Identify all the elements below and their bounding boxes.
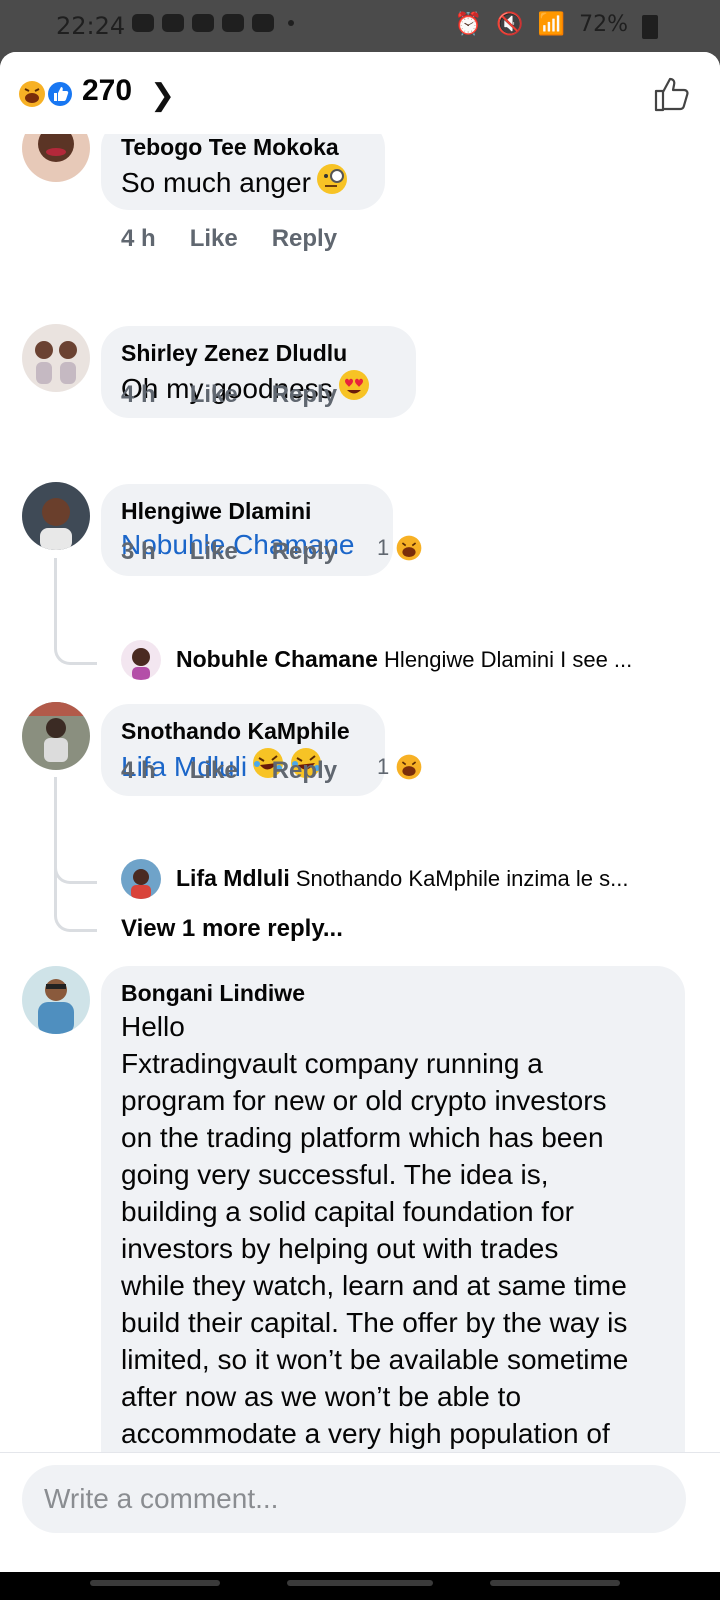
comment-author[interactable]: Tebogo Tee Mokoka [121,134,365,162]
comment-text: So much anger [121,167,311,198]
more-dot-icon [288,20,294,26]
monocle-emoji-icon [316,164,347,194]
notification-icon [132,14,154,32]
reply-snippet: Hlengiwe Dlamini I see ... [384,647,633,672]
comment-time[interactable]: 4 h [121,757,156,785]
comment-author[interactable]: Bongani Lindiwe [121,978,665,1008]
comment-actions: 3 h Like Reply [121,538,337,566]
comment-bubble[interactable]: Bongani Lindiwe Hello Fxtradingvault comp… [101,966,685,1534]
comment-line: on the trading platform which has been [121,1122,604,1153]
youtube-icon [162,14,184,32]
battery-icon [642,14,658,39]
mute-icon: 🔇 [496,12,524,37]
system-icons: ⏰ 🔇 📶 72% [454,12,658,39]
comment-line: investors by helping out with trades [121,1233,559,1264]
reply-button[interactable]: Reply [272,538,337,566]
nav-recent-button[interactable] [90,1580,220,1586]
reply-avatar[interactable] [121,859,161,899]
comment-composer [0,1452,720,1572]
status-time: 22:24 [56,12,126,40]
reaction-count[interactable]: 270 [82,74,132,108]
heart-eyes-emoji-icon [338,370,369,400]
comment-line: after now as we won’t be able to [121,1381,522,1412]
battery-percent: 72% [579,12,628,37]
reactions-header: 270 ❯ [0,52,720,134]
wifi-icon: 📶 [537,12,566,37]
comments-sheet: 270 ❯ Tebogo Tee Mokoka So much anger 4 … [0,52,720,1572]
reply-button[interactable]: Reply [272,757,337,785]
like-button[interactable]: Like [190,381,238,409]
comment-line: program for new or old crypto investors [121,1085,607,1116]
comment-line: going very successful. The idea is, [121,1159,549,1190]
comment-time[interactable]: 4 h [121,381,156,409]
comment-line: Fxtradingvault company running a [121,1048,543,1079]
comment-reactions[interactable]: 1 [377,534,423,562]
comment-time[interactable]: 4 h [121,225,156,253]
comment-line: while they watch, learn and at same time [121,1270,627,1301]
comment-line: build their capital. The offer by the wa… [121,1307,628,1338]
comment-time[interactable]: 3 h [121,538,156,566]
comment-list[interactable]: Tebogo Tee Mokoka So much anger 4 h Like… [0,134,720,1534]
thread-line [54,558,97,665]
comment-bubble[interactable]: Tebogo Tee Mokoka So much anger [101,134,385,210]
youtube-icon [222,14,244,32]
status-bar: 22:24 ⏰ 🔇 📶 72% [0,0,720,52]
comment-line: Hello [121,1011,185,1042]
reply-preview[interactable]: Lifa Mdluli Snothando KaMphile inzima le… [176,865,696,892]
reply-avatar[interactable] [121,640,161,680]
reaction-count: 1 [377,535,390,560]
reply-author[interactable]: Nobuhle Chamane [176,646,378,672]
nav-back-button[interactable] [490,1580,620,1586]
comment-text: Hello Fxtradingvault company running a pro… [121,1008,665,1489]
thread-line [54,834,97,932]
like-outline-icon[interactable] [652,74,692,114]
like-button[interactable]: Like [190,757,238,785]
reply-preview[interactable]: Nobuhle Chamane Hlengiwe Dlamini I see .… [176,646,696,673]
avatar[interactable] [22,702,90,770]
comment-actions: 4 h Like Reply [121,225,337,253]
comment-line: building a solid capital foundation for [121,1196,574,1227]
comment-reactions[interactable]: 1 [377,753,423,781]
comment-author[interactable]: Snothando KaMphile [121,716,365,746]
comment-input[interactable] [22,1465,686,1533]
avatar[interactable] [22,482,90,550]
like-button[interactable]: Like [190,225,238,253]
nav-home-button[interactable] [287,1580,433,1586]
comment-actions: 4 h Like Reply [121,757,337,785]
comment-author[interactable]: Hlengiwe Dlamini [121,496,373,526]
view-more-replies-link[interactable]: View 1 more reply... [121,915,343,943]
avatar[interactable] [22,134,90,182]
reply-button[interactable]: Reply [272,381,337,409]
youtube-icon [192,14,214,32]
like-button[interactable]: Like [190,538,238,566]
chevron-right-icon[interactable]: ❯ [150,78,175,113]
notification-icons [132,14,294,32]
reaction-count: 1 [377,754,390,779]
app-icon [252,14,274,32]
reply-author[interactable]: Lifa Mdluli [176,865,290,891]
comment-actions: 4 h Like Reply [121,381,337,409]
alarm-icon: ⏰ [454,12,483,37]
avatar[interactable] [22,966,90,1034]
avatar[interactable] [22,324,90,392]
reply-snippet: Snothando KaMphile inzima le s... [295,866,629,891]
comment-line: limited, so it won’t be available someti… [121,1344,629,1375]
system-nav-bar [0,1572,720,1600]
reaction-icons[interactable] [18,78,78,110]
haha-reaction-icon [396,535,422,561]
comment-author[interactable]: Shirley Zenez Dludlu [121,338,396,368]
reply-button[interactable]: Reply [272,225,337,253]
comment-line: accommodate a very high population of [121,1418,610,1449]
haha-reaction-icon [396,754,422,780]
